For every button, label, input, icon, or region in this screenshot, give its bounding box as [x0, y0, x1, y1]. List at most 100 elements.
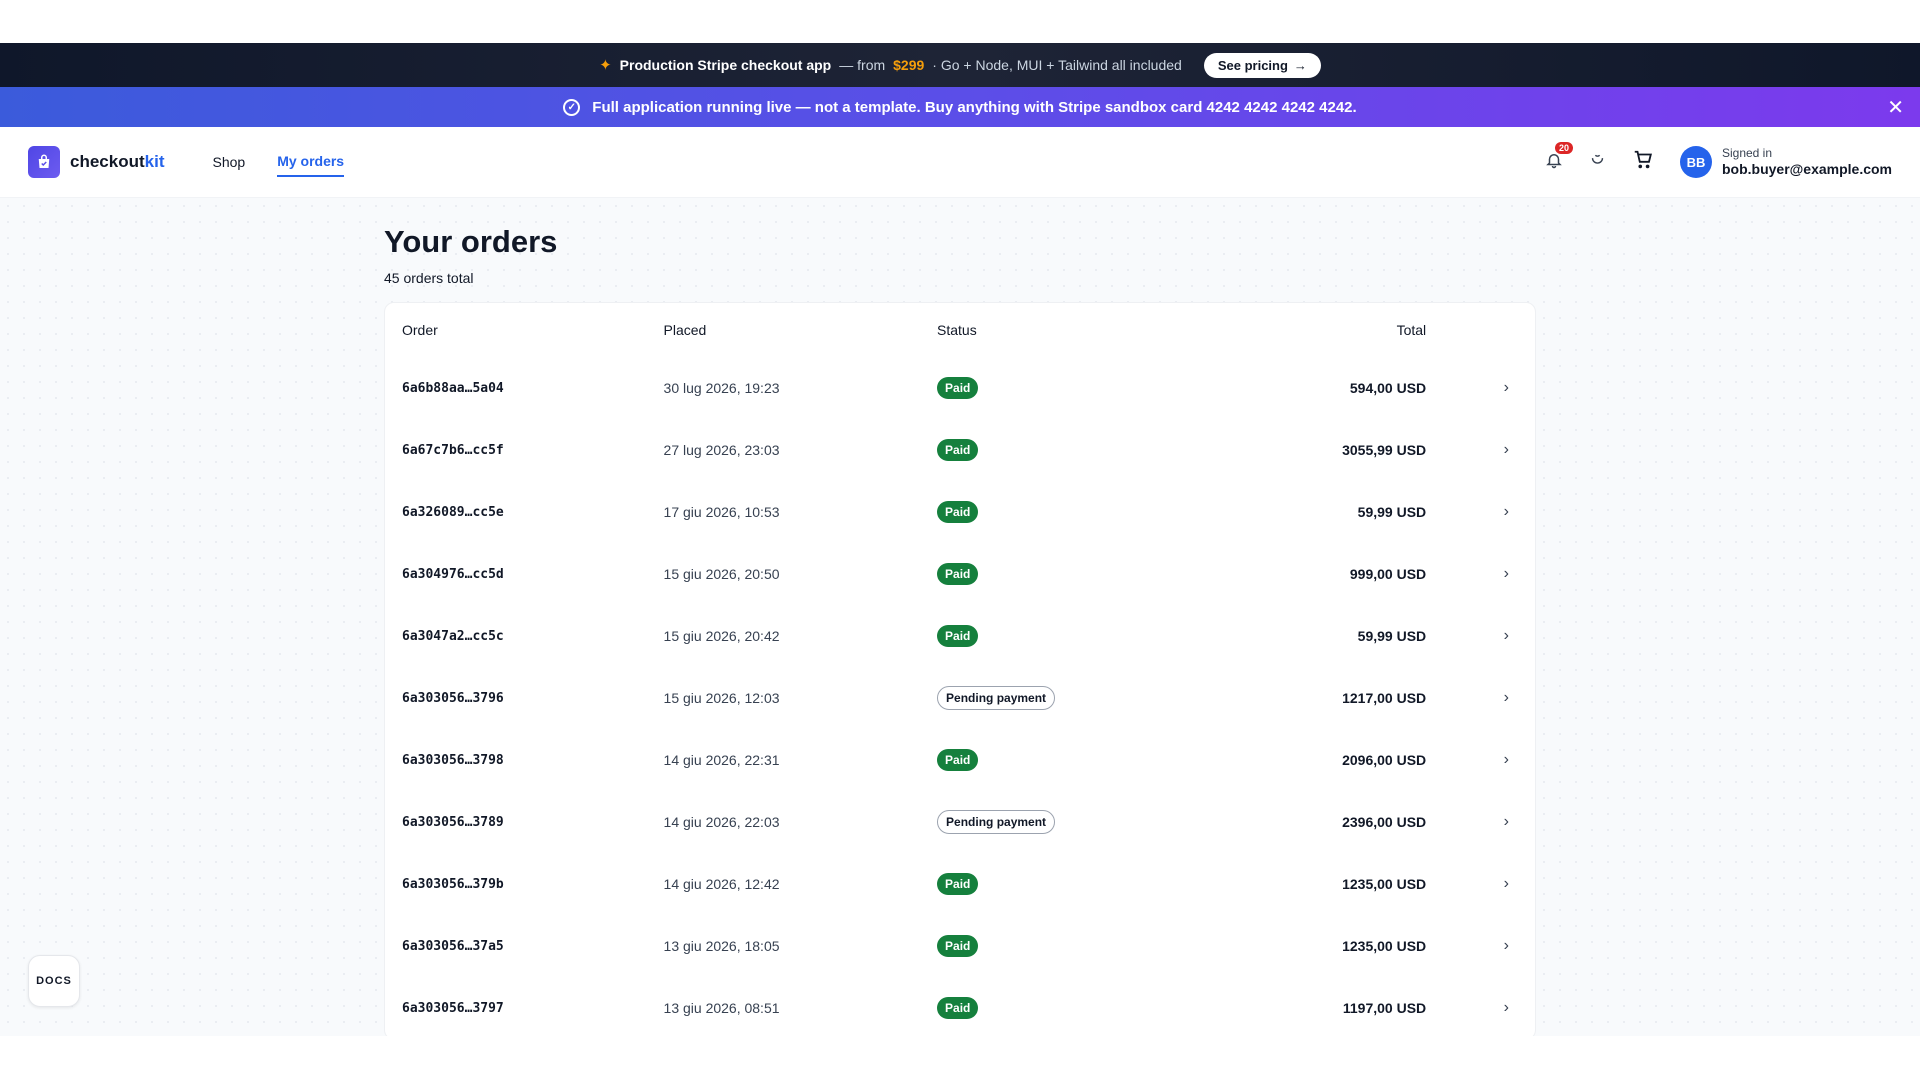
chevron-right-icon[interactable]: › [1426, 627, 1535, 645]
status-badge: Paid [937, 749, 979, 771]
order-total: 59,99 USD [1357, 504, 1427, 520]
logo-text: checkoutkit [70, 152, 164, 172]
chevron-right-icon[interactable]: › [1426, 999, 1535, 1017]
order-total: 1235,00 USD [1342, 876, 1427, 892]
logo-accent: kit [144, 152, 165, 171]
status-badge: Pending payment [937, 686, 1056, 710]
table-row[interactable]: 6a3047a2…cc5c 15 giu 2026, 20:42 Paid 59,99… [385, 605, 1535, 667]
table-row[interactable]: 6a303056…37a5 13 giu 2026, 18:05 Paid 1235,… [385, 915, 1535, 977]
cart-button[interactable] [1632, 149, 1654, 176]
promo-details: · Go + Node, MUI + Tailwind all included [932, 57, 1182, 73]
chevron-right-icon[interactable]: › [1426, 937, 1535, 955]
chevron-right-icon[interactable]: › [1426, 813, 1535, 831]
status-badge: Paid [937, 563, 979, 585]
promo-title: Production Stripe checkout app [619, 57, 832, 73]
order-status-cell: Pending payment [937, 686, 1137, 710]
user-info: Signed in bob.buyer@example.com [1722, 146, 1892, 177]
orders-count: 45 orders total [384, 270, 474, 286]
order-status-cell: Paid [937, 997, 1137, 1019]
table-row[interactable]: 6a67c7b6…cc5f 27 lug 2026, 23:03 Paid 3055,… [385, 419, 1535, 481]
order-status-cell: Paid [937, 625, 1137, 647]
promo-dash: — from [839, 57, 886, 73]
table-row[interactable]: 6a304976…cc5d 15 giu 2026, 20:50 Paid 999,0… [385, 543, 1535, 605]
column-status: Status [937, 322, 977, 338]
order-date: 27 lug 2026, 23:03 [663, 442, 780, 458]
chevron-right-icon[interactable]: › [1426, 875, 1535, 893]
main-area: Your orders 45 orders total Order Placed… [0, 198, 1920, 1036]
order-id: 6a303056…3796 [402, 690, 504, 706]
order-id: 6a303056…37a5 [402, 938, 504, 954]
order-date: 30 lug 2026, 19:23 [663, 380, 780, 396]
see-pricing-button[interactable]: See pricing → [1203, 52, 1321, 78]
order-id: 6a326089…cc5e [402, 504, 504, 520]
status-badge: Pending payment [937, 810, 1056, 834]
status-badge: Paid [937, 501, 979, 523]
order-status-cell: Paid [937, 873, 1137, 895]
order-date: 17 giu 2026, 10:53 [663, 504, 780, 520]
chevron-right-icon[interactable]: › [1426, 379, 1535, 397]
order-total: 1197,00 USD [1342, 1000, 1427, 1016]
status-badge: Paid [937, 935, 979, 957]
orders-content: Your orders 45 orders total Order Placed… [384, 224, 1536, 1036]
notifications-badge: 20 [1554, 141, 1573, 154]
order-status-cell: Paid [937, 439, 1137, 461]
chevron-right-icon[interactable]: › [1426, 565, 1535, 583]
table-row[interactable]: 6a326089…cc5e 17 giu 2026, 10:53 Paid 59,99… [385, 481, 1535, 543]
user-menu[interactable]: BB Signed in bob.buyer@example.com [1679, 146, 1892, 178]
order-id: 6a303056…3797 [402, 1000, 504, 1016]
order-id: 6a3047a2…cc5c [402, 628, 504, 644]
status-badge: Paid [937, 439, 979, 461]
order-total: 2096,00 USD [1342, 752, 1427, 768]
order-status-cell: Pending payment [937, 810, 1137, 834]
arrow-right-icon: → [1293, 57, 1307, 73]
top-spacer [0, 0, 1920, 43]
moon-icon [1591, 154, 1604, 164]
status-badge: Paid [937, 625, 979, 647]
order-date: 15 giu 2026, 12:03 [663, 690, 780, 706]
order-status-cell: Paid [937, 563, 1137, 585]
chevron-right-icon[interactable]: › [1426, 503, 1535, 521]
order-date: 13 giu 2026, 18:05 [663, 938, 780, 954]
table-header: Order Placed Status Total [385, 303, 1535, 357]
order-id: 6a6b88aa…5a04 [402, 380, 504, 396]
table-row[interactable]: 6a303056…3796 15 giu 2026, 12:03 Pending p… [385, 667, 1535, 729]
chevron-right-icon[interactable]: › [1426, 751, 1535, 769]
table-row[interactable]: 6a6b88aa…5a04 30 lug 2026, 19:23 Paid 594,0… [385, 357, 1535, 419]
shopping-bag-icon [28, 146, 60, 178]
notifications-button[interactable]: 20 [1545, 141, 1573, 174]
order-id: 6a67c7b6…cc5f [402, 442, 504, 458]
order-total: 1235,00 USD [1342, 938, 1427, 954]
status-badge: Paid [937, 997, 979, 1019]
top-nav: checkoutkit Shop My orders 20 BB Signed [0, 127, 1920, 198]
order-total: 1217,00 USD [1342, 690, 1427, 706]
docs-button[interactable]: DOCS [28, 955, 80, 1007]
table-row[interactable]: 6a303056…3797 13 giu 2026, 08:51 Paid 1197,… [385, 977, 1535, 1036]
order-id: 6a303056…3789 [402, 814, 504, 830]
chevron-right-icon[interactable]: › [1426, 441, 1535, 459]
live-banner-text: Full application running live — not a te… [592, 98, 1357, 116]
order-id: 6a303056…379b [402, 876, 504, 892]
order-status-cell: Paid [937, 501, 1137, 523]
order-status-cell: Paid [937, 749, 1137, 771]
status-badge: Paid [937, 873, 979, 895]
order-id: 6a304976…cc5d [402, 566, 504, 582]
table-row[interactable]: 6a303056…379b 14 giu 2026, 12:42 Paid 1235,… [385, 853, 1535, 915]
theme-toggle-button[interactable] [1589, 151, 1606, 173]
table-row[interactable]: 6a303056…3789 14 giu 2026, 22:03 Pending p… [385, 791, 1535, 853]
page-title: Your orders [384, 224, 558, 259]
cart-icon [1634, 150, 1652, 168]
close-icon[interactable]: ✕ [1887, 95, 1904, 120]
nav-link-shop[interactable]: Shop [212, 148, 245, 176]
order-total: 594,00 USD [1349, 380, 1427, 396]
order-date: 13 giu 2026, 08:51 [663, 1000, 780, 1016]
logo[interactable]: checkoutkit [28, 146, 164, 178]
order-id: 6a303056…3798 [402, 752, 504, 768]
nav-link-my-orders[interactable]: My orders [277, 147, 345, 177]
order-date: 15 giu 2026, 20:42 [663, 628, 780, 644]
chevron-right-icon[interactable]: › [1426, 689, 1535, 707]
check-circle-icon: ✓ [563, 98, 581, 116]
status-badge: Paid [937, 377, 979, 399]
promo-price: $299 [893, 57, 925, 73]
table-row[interactable]: 6a303056…3798 14 giu 2026, 22:31 Paid 2096,… [385, 729, 1535, 791]
order-date: 15 giu 2026, 20:50 [663, 566, 780, 582]
